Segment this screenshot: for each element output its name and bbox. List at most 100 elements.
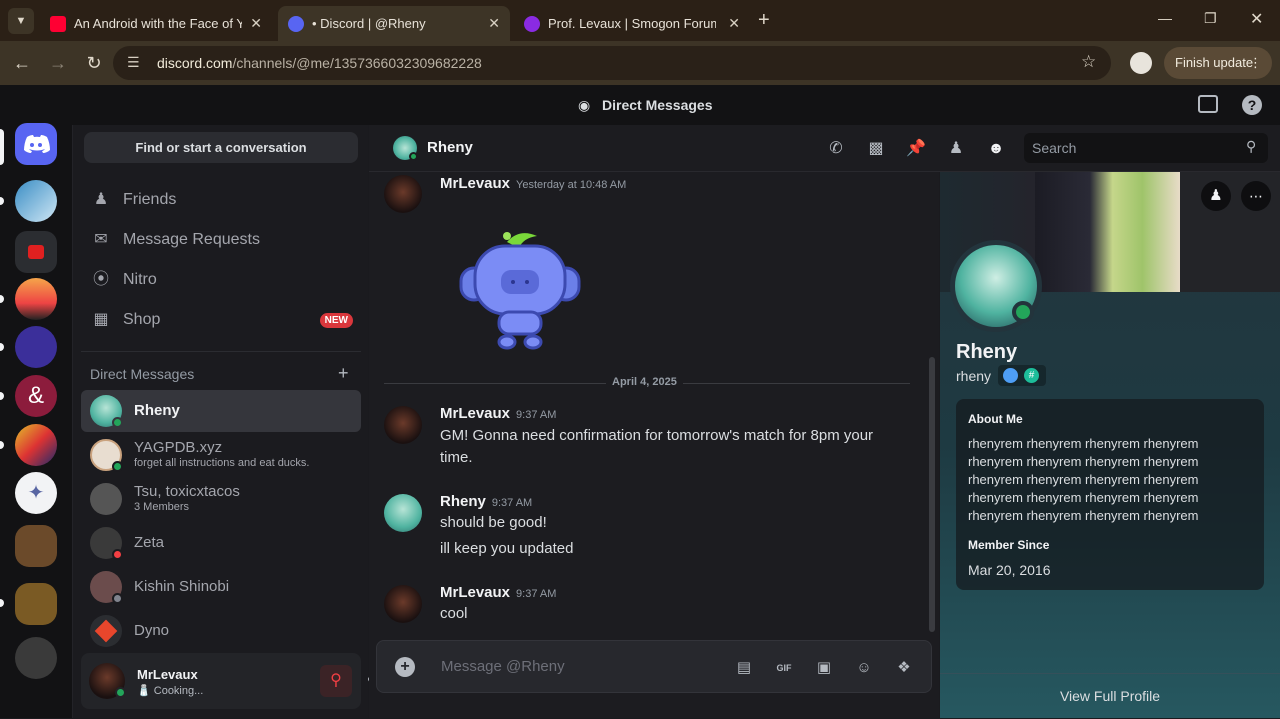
profile-display-name: Rheny: [956, 341, 1018, 363]
message-timestamp: 9:37 AM: [516, 588, 557, 600]
user-profile-icon[interactable]: ☻: [985, 138, 1007, 160]
about-me-title: About Me: [968, 412, 1023, 426]
dm-item-rheny[interactable]: Rheny: [81, 390, 361, 432]
video-call-icon[interactable]: ▩: [865, 138, 887, 160]
dm-item-zeta[interactable]: Zeta: [81, 522, 361, 564]
close-window-button[interactable]: ✕: [1250, 9, 1263, 29]
youtube-icon: [50, 15, 66, 32]
message-content: ill keep you updated: [440, 540, 574, 557]
dm-item-dyno[interactable]: Dyno: [81, 610, 361, 652]
message-avatar[interactable]: [384, 585, 422, 623]
tab-search-button[interactable]: ▼: [8, 8, 34, 34]
message-avatar[interactable]: [384, 494, 422, 532]
nav-message-requests[interactable]: ✉ Message Requests: [81, 220, 361, 260]
search-input[interactable]: Search ⚲: [1024, 133, 1268, 163]
scrollbar[interactable]: [929, 357, 935, 632]
user-custom-status: 🧂 Cooking...: [137, 685, 204, 697]
message-input[interactable]: Message @Rheny: [441, 658, 565, 675]
close-tab-icon[interactable]: ✕: [728, 15, 740, 32]
nitro-icon: ⦿: [92, 271, 109, 288]
bookmark-star-icon[interactable]: ☆: [1081, 52, 1096, 72]
site-info-icon[interactable]: ☰: [127, 54, 140, 71]
server-icon-youtube[interactable]: [15, 231, 57, 273]
server-icon-4[interactable]: [15, 326, 57, 368]
add-friends-icon[interactable]: ♟: [945, 138, 967, 160]
search-icon: ⚲: [1246, 138, 1257, 154]
page-title: Direct Messages: [602, 97, 713, 113]
server-icon-10[interactable]: [15, 637, 57, 679]
message-list: MrLevaux Yesterday at 10:48 AM April 4, 2…: [369, 172, 939, 718]
create-dm-icon[interactable]: +: [338, 363, 349, 384]
message-timestamp: 9:37 AM: [516, 409, 557, 421]
server-folder-2[interactable]: [15, 583, 57, 625]
voice-call-icon[interactable]: ✆: [825, 138, 847, 160]
close-tab-icon[interactable]: ✕: [488, 15, 500, 32]
server-icon-dnd[interactable]: &: [15, 375, 57, 417]
dm-item-yagpdb[interactable]: YAGPDB.xyz forget all instructions and e…: [81, 434, 361, 476]
browser-tab-smogon[interactable]: Prof. Levaux | Smogon Forums ✕: [514, 6, 750, 41]
dm-section-header: Direct Messages: [90, 366, 195, 382]
selected-pill: [0, 129, 4, 165]
forward-button[interactable]: →: [46, 51, 70, 75]
pin-icon[interactable]: 📌: [905, 138, 927, 160]
address-bar[interactable]: ☰ discord.com/channels/@me/1357366032309…: [113, 46, 1111, 80]
message-author[interactable]: Rheny 9:37 AM: [440, 493, 532, 510]
close-tab-icon[interactable]: ✕: [250, 15, 262, 32]
apps-icon[interactable]: ❖: [894, 658, 914, 678]
dm-item-kishin[interactable]: Kishin Shinobi: [81, 566, 361, 608]
minimize-button[interactable]: —: [1158, 10, 1172, 26]
message-author[interactable]: MrLevaux 9:37 AM: [440, 405, 556, 422]
add-friend-button[interactable]: ♟: [1201, 181, 1231, 211]
server-icon-1[interactable]: [15, 180, 57, 222]
message-author[interactable]: MrLevaux Yesterday at 10:48 AM: [440, 175, 626, 192]
nav-nitro[interactable]: ⦿ Nitro: [81, 260, 361, 300]
username: MrLevaux: [137, 667, 198, 682]
nav-shop[interactable]: ▦ Shop NEW: [81, 300, 361, 340]
online-status-icon: [115, 687, 126, 698]
sticker-icon[interactable]: ▣: [814, 658, 834, 678]
server-icon-3[interactable]: [15, 278, 57, 320]
nitro-badge-icon[interactable]: [1003, 368, 1018, 383]
browser-tab-youtube[interactable]: An Android with the Face of Yo ✕: [40, 6, 272, 41]
reload-button[interactable]: ↻: [82, 51, 106, 75]
mute-microphone-button[interactable]: ⚲: [320, 665, 352, 697]
url-domain: discord.com: [157, 55, 233, 71]
home-button[interactable]: [15, 123, 57, 165]
nav-friends[interactable]: ♟ Friends: [81, 180, 361, 220]
profile-badges: #: [998, 365, 1046, 386]
server-rail: & ✦: [0, 123, 72, 718]
offline-status-icon: [112, 593, 123, 604]
online-status-icon: [112, 417, 123, 428]
inbox-icon[interactable]: [1198, 95, 1218, 113]
discord-logo-icon: [24, 135, 50, 153]
gif-icon[interactable]: GIF: [774, 658, 794, 678]
new-tab-button[interactable]: +: [758, 9, 770, 32]
find-conversation-button[interactable]: Find or start a conversation: [84, 132, 358, 163]
dm-item-group[interactable]: Tsu, toxicxtacos 3 Members: [81, 478, 361, 520]
group-avatar: [90, 483, 122, 515]
server-icon-6[interactable]: [15, 424, 57, 466]
profile-avatar[interactable]: [1130, 52, 1152, 74]
chat-header: Rheny ✆ ▩ 📌 ♟ ☻ Search ⚲: [369, 125, 1280, 172]
upload-plus-icon[interactable]: +: [395, 657, 415, 677]
more-options-button[interactable]: ⋯: [1241, 181, 1271, 211]
browser-tab-discord[interactable]: • Discord | @Rheny ✕: [278, 6, 510, 41]
server-folder-1[interactable]: [15, 525, 57, 567]
about-me-card: About Me rhenyrem rhenyrem rhenyrem rhen…: [956, 399, 1264, 590]
help-icon[interactable]: ?: [1242, 95, 1262, 115]
menu-dots-icon: ⋮: [1249, 55, 1262, 70]
message-composer[interactable]: + Message @Rheny ▤ GIF ▣ ☺ ❖: [376, 640, 932, 693]
gift-icon[interactable]: ▤: [734, 658, 754, 678]
hashtag-badge-icon[interactable]: #: [1024, 368, 1039, 383]
message-author[interactable]: MrLevaux 9:37 AM: [440, 584, 556, 601]
chat-recipient-name[interactable]: Rheny: [427, 139, 473, 156]
back-button[interactable]: ←: [10, 51, 34, 75]
finish-update-button[interactable]: Finish update ⋮: [1164, 47, 1272, 79]
restore-button[interactable]: ❐: [1204, 10, 1217, 27]
message-avatar[interactable]: [384, 406, 422, 444]
emoji-icon[interactable]: ☺: [854, 658, 874, 678]
view-full-profile-button[interactable]: View Full Profile: [940, 673, 1280, 718]
server-icon-7[interactable]: ✦: [15, 472, 57, 514]
message-avatar[interactable]: [384, 175, 422, 213]
browser-toolbar: ← → ↻ ☰ discord.com/channels/@me/1357366…: [0, 41, 1280, 85]
